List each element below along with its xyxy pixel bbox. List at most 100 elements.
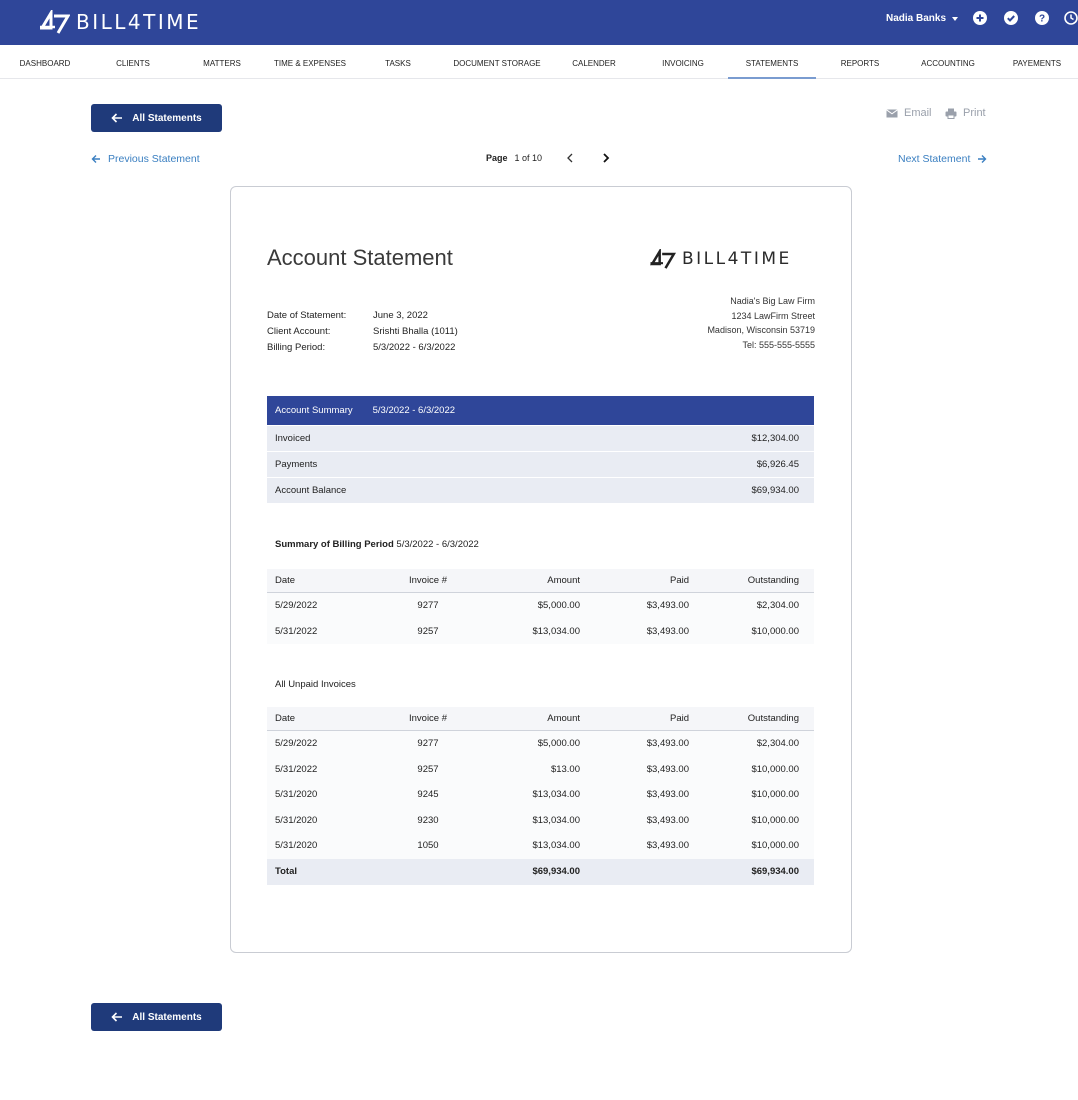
email-button[interactable]: Email: [886, 107, 932, 119]
nav-matters[interactable]: MATTERS: [196, 45, 248, 79]
nav-document-storage[interactable]: DOCUMENT STORAGE: [446, 45, 548, 79]
nav-time-expenses[interactable]: TIME & EXPENSES: [268, 45, 352, 79]
nav-accounting[interactable]: ACCOUNTING: [914, 45, 982, 79]
nav-clients[interactable]: CLIENTS: [108, 45, 158, 79]
meta-label: Client Account:: [267, 326, 331, 337]
col-invoice: Invoice #: [408, 713, 448, 724]
statement-brand-name: BILL4TIME: [682, 249, 792, 269]
meta-row: Billing Period: 5/3/2022 - 6/3/2022: [267, 340, 458, 356]
check-icon[interactable]: [1004, 11, 1018, 25]
logo-mark-icon: [40, 10, 70, 34]
user-menu[interactable]: Nadia Banks: [886, 13, 959, 24]
meta-row: Date of Statement: June 3, 2022: [267, 308, 458, 324]
nav-statements[interactable]: STATEMENTS: [728, 45, 816, 79]
meta-value: Srishti Bhalla (1011): [373, 326, 458, 337]
print-button[interactable]: Print: [945, 107, 986, 119]
arrow-left-icon: [111, 1012, 123, 1022]
total-label: Total: [275, 866, 297, 877]
cell-paid: $3,493.00: [646, 763, 689, 775]
page-value: 1 of 10: [514, 153, 543, 163]
cell-outstanding: $10,000.00: [751, 789, 799, 801]
table-row: 5/29/2022 9277 $5,000.00 $3,493.00 $2,30…: [267, 593, 814, 619]
arrow-right-icon: [978, 155, 987, 163]
account-summary-title: Account Summary: [275, 405, 353, 416]
firm-street: 1234 LawFirm Street: [731, 310, 815, 321]
next-statement-link[interactable]: Next Statement: [898, 153, 987, 165]
meta-label: Date of Statement:: [267, 310, 347, 321]
brand-logo[interactable]: BILL4TIME: [40, 10, 201, 34]
account-summary: Account Summary 5/3/2022 - 6/3/2022 Invo…: [267, 396, 814, 503]
summary-label: Account Balance: [275, 485, 347, 496]
user-name: Nadia Banks: [886, 13, 947, 24]
table-row: 5/31/2020 9230 $13,034.00 $3,493.00 $10,…: [267, 807, 814, 833]
all-statements-label: All Statements: [132, 1011, 202, 1023]
unpaid-invoices-table: Date Invoice # Amount Paid Outstanding 5…: [267, 707, 814, 885]
printer-icon: [945, 108, 957, 119]
clock-icon[interactable]: [1064, 11, 1078, 25]
previous-statement-label: Previous Statement: [108, 153, 200, 165]
cell-outstanding: $10,000.00: [751, 763, 799, 775]
table-header: Date Invoice # Amount Paid Outstanding: [267, 707, 814, 731]
cell-paid: $3,493.00: [646, 625, 689, 637]
email-label: Email: [904, 107, 932, 119]
all-statements-button[interactable]: All Statements: [91, 104, 222, 132]
plus-icon[interactable]: [973, 11, 987, 25]
meta-value: 5/3/2022 - 6/3/2022: [373, 342, 456, 353]
nav-reports[interactable]: REPORTS: [834, 45, 886, 79]
cell-amount: $13.00: [550, 763, 580, 775]
nav-dashboard[interactable]: DASHBOARD: [17, 45, 73, 79]
cell-date: 5/31/2022: [275, 763, 318, 775]
cell-amount: $5,000.00: [537, 738, 580, 750]
cell-paid: $3,493.00: [646, 789, 689, 801]
summary-value: $69,934.00: [751, 485, 799, 496]
nav-payements[interactable]: PAYEMENTS: [1006, 45, 1068, 79]
firm-address: Nadia's Big Law Firm 1234 LawFirm Street…: [707, 294, 815, 352]
table-row: 5/31/2020 1050 $13,034.00 $3,493.00 $10,…: [267, 833, 814, 859]
cell-outstanding: $10,000.00: [751, 840, 799, 852]
cell-invoice: 1050: [417, 840, 439, 852]
all-statements-label: All Statements: [132, 112, 202, 124]
cell-invoice: 9257: [417, 625, 439, 637]
cell-paid: $3,493.00: [646, 600, 689, 612]
col-amount: Amount: [547, 713, 580, 724]
billing-period-heading: Summary of Billing Period 5/3/2022 - 6/3…: [275, 539, 479, 550]
meta-row: Client Account: Srishti Bhalla (1011): [267, 324, 458, 340]
nav-invoicing[interactable]: INVOICING: [655, 45, 711, 79]
firm-phone: Tel: 555-555-5555: [742, 339, 815, 350]
table-row: 5/29/2022 9277 $5,000.00 $3,493.00 $2,30…: [267, 731, 814, 757]
summary-row-balance: Account Balance $69,934.00: [267, 477, 814, 503]
cell-amount: $13,034.00: [532, 814, 580, 826]
main-nav: DASHBOARD CLIENTS MATTERS TIME & EXPENSE…: [0, 45, 1078, 79]
all-statements-button-bottom[interactable]: All Statements: [91, 1003, 222, 1031]
nav-calender[interactable]: CALENDER: [566, 45, 622, 79]
cell-invoice: 9230: [417, 814, 439, 826]
table-total-row: Total $69,934.00 $69,934.00: [267, 858, 814, 885]
help-icon[interactable]: ?: [1035, 11, 1049, 25]
pager: Page 1 of 10: [486, 153, 610, 163]
cell-paid: $3,493.00: [646, 840, 689, 852]
total-outstanding: $69,934.00: [751, 866, 799, 877]
summary-row-invoiced: Invoiced $12,304.00: [267, 425, 814, 451]
logo-mark-icon: [650, 249, 676, 269]
cell-invoice: 9277: [417, 600, 439, 612]
cell-date: 5/29/2022: [275, 738, 318, 750]
cell-invoice: 9277: [417, 738, 439, 750]
previous-statement-link[interactable]: Previous Statement: [91, 153, 200, 165]
nav-tasks[interactable]: TASKS: [378, 45, 418, 79]
billing-period-title: Summary of Billing Period: [275, 539, 394, 550]
top-bar: BILL4TIME Nadia Banks ?: [0, 0, 1078, 45]
cell-invoice: 9245: [417, 789, 439, 801]
col-date: Date: [275, 713, 296, 724]
svg-text:?: ?: [1039, 14, 1045, 25]
cell-outstanding: $2,304.00: [756, 600, 799, 612]
chevron-right-icon[interactable]: [602, 153, 610, 163]
col-date: Date: [275, 575, 296, 586]
cell-amount: $13,034.00: [532, 625, 580, 637]
chevron-left-icon[interactable]: [566, 153, 574, 163]
statement-brand-logo: BILL4TIME: [650, 249, 792, 269]
cell-date: 5/31/2020: [275, 814, 318, 826]
cell-amount: $13,034.00: [532, 789, 580, 801]
summary-label: Payments: [275, 459, 318, 470]
chevron-down-icon: [952, 16, 959, 21]
statement-title: Account Statement: [267, 245, 453, 270]
